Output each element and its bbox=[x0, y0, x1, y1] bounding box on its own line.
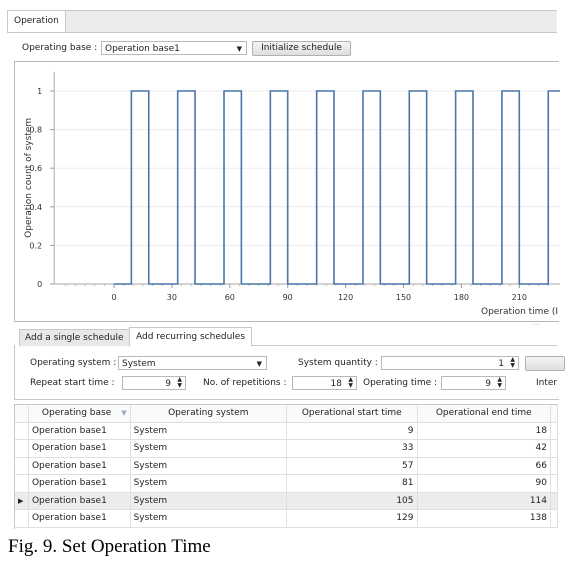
table-cell: System bbox=[131, 440, 287, 457]
table-cell: 18 bbox=[418, 422, 551, 439]
row-indicator[interactable]: ▶ bbox=[15, 492, 29, 509]
main-tabstrip: Operation bbox=[7, 10, 557, 33]
operating-system-select[interactable]: System ▼ bbox=[118, 356, 267, 370]
row-indicator[interactable] bbox=[15, 440, 29, 457]
table-cell: 114 bbox=[418, 492, 551, 509]
x-tick-label: 0 bbox=[111, 293, 116, 302]
table-cell: Operation base1 bbox=[29, 492, 131, 509]
recurring-form bbox=[14, 345, 559, 400]
operating-time-value: 9 bbox=[485, 379, 491, 389]
table-cell: Operation base1 bbox=[29, 422, 131, 439]
y-tick-label: 0.2 bbox=[29, 241, 42, 250]
operating-time-label: Operating time : bbox=[363, 378, 438, 388]
x-axis-label: Operation time (I bbox=[481, 307, 558, 317]
x-tick-label: 90 bbox=[283, 293, 293, 302]
operating-time-spinner[interactable]: 9 ▲ ▼ bbox=[441, 376, 506, 390]
spin-arrows-icon[interactable]: ▲ ▼ bbox=[177, 377, 182, 389]
table-cell: System bbox=[131, 510, 287, 527]
row-indicator[interactable] bbox=[15, 457, 29, 474]
repeat-start-time-spinner[interactable]: 9 ▲ ▼ bbox=[122, 376, 186, 390]
y-tick-label: 0 bbox=[37, 280, 42, 289]
initialize-schedule-button[interactable]: Initialize schedule bbox=[252, 41, 351, 56]
x-tick-label: 120 bbox=[338, 293, 353, 302]
y-axis-label: Operation count of system bbox=[24, 118, 34, 238]
row-indicator[interactable] bbox=[15, 510, 29, 527]
operating-system-label: Operating system : bbox=[30, 358, 117, 368]
table-cell: 129 bbox=[287, 510, 418, 527]
chevron-down-icon: ▼ bbox=[256, 360, 262, 368]
table-cell: 105 bbox=[287, 492, 418, 509]
column-header-end-time[interactable]: Operational end time bbox=[417, 405, 551, 422]
table-row[interactable]: Operation base1 System 9 18 bbox=[15, 422, 558, 440]
column-header-operating-system[interactable]: Operating system bbox=[130, 405, 287, 422]
y-tick-label: 1 bbox=[37, 87, 42, 96]
table-row[interactable]: Operation base1 System 33 42 bbox=[15, 440, 558, 458]
operating-base-label: Operating base : bbox=[22, 43, 98, 53]
resize-grip-icon[interactable]: .... bbox=[532, 320, 540, 327]
spin-arrows-icon[interactable]: ▲ ▼ bbox=[510, 357, 515, 369]
table-cell: Operation base1 bbox=[29, 475, 131, 492]
repetitions-value: 18 bbox=[330, 379, 342, 389]
table-cell: Operation base1 bbox=[29, 457, 131, 474]
table-row[interactable]: Operation base1 System 81 90 bbox=[15, 475, 558, 493]
tab-add-recurring-schedules[interactable]: Add recurring schedules bbox=[129, 327, 253, 347]
x-tick-label: 60 bbox=[225, 293, 235, 302]
table-cell: 90 bbox=[418, 475, 551, 492]
series-line bbox=[114, 90, 567, 285]
table-cell: 9 bbox=[287, 422, 418, 439]
operation-chart: 00.20.40.60.810 30 60 90 120 150 180 210Operati… bbox=[24, 71, 567, 317]
table-cell: 57 bbox=[287, 457, 418, 474]
tab-operation[interactable]: Operation bbox=[7, 10, 66, 32]
interval-label: Inter bbox=[536, 378, 558, 388]
system-quantity-value: 1 bbox=[498, 359, 504, 369]
add-button[interactable] bbox=[525, 356, 565, 371]
column-header-start-time[interactable]: Operational start time bbox=[287, 405, 418, 422]
schedule-tabstrip: Add a single schedule Add recurring sche… bbox=[19, 327, 557, 347]
system-quantity-label: System quantity : bbox=[298, 358, 378, 368]
operating-system-value: System bbox=[122, 359, 156, 369]
schedule-table: Operating base ▼ Operating system Operati… bbox=[14, 404, 558, 529]
x-tick-label: 30 bbox=[167, 293, 177, 302]
table-cell: System bbox=[131, 475, 287, 492]
table-cell: System bbox=[131, 422, 287, 439]
x-tick-label: 210 bbox=[512, 293, 527, 302]
tab-add-single-schedule[interactable]: Add a single schedule bbox=[19, 329, 130, 346]
repeat-start-time-label: Repeat start time : bbox=[30, 378, 115, 388]
table-cell: 81 bbox=[287, 475, 418, 492]
table-cell: Operation base1 bbox=[29, 510, 131, 527]
table-cell: System bbox=[131, 457, 287, 474]
repetitions-label: No. of repetitions : bbox=[203, 378, 287, 388]
spin-arrows-icon[interactable]: ▲ ▼ bbox=[497, 377, 502, 389]
filter-icon[interactable]: ▼ bbox=[121, 405, 126, 421]
x-tick-label: 150 bbox=[396, 293, 411, 302]
table-cell: 42 bbox=[418, 440, 551, 457]
table-cell: Operation base1 bbox=[29, 440, 131, 457]
figure-caption: Fig. 9. Set Operation Time bbox=[8, 536, 211, 557]
operating-base-value: Operation base1 bbox=[105, 44, 180, 54]
row-indicator[interactable] bbox=[15, 475, 29, 492]
repeat-start-time-value: 9 bbox=[165, 379, 171, 389]
x-tick-label: 180 bbox=[454, 293, 469, 302]
table-cell: System bbox=[131, 492, 287, 509]
repetitions-spinner[interactable]: 18 ▲ ▼ bbox=[292, 376, 357, 390]
spin-arrows-icon[interactable]: ▲ ▼ bbox=[348, 377, 353, 389]
column-header-operating-base[interactable]: Operating base ▼ bbox=[28, 405, 131, 422]
table-header: Operating base ▼ Operating system Operati… bbox=[15, 405, 558, 423]
table-cell: 138 bbox=[418, 510, 551, 527]
table-row[interactable]: Operation base1 System 57 66 bbox=[15, 457, 558, 475]
table-cell: 33 bbox=[287, 440, 418, 457]
chart-panel: 0 0.2 0.4 0.6 0.8 1 0 30 60 90 120 150 180 210 Operati… bbox=[14, 61, 567, 322]
operating-base-select[interactable]: Operation base1 ▼ bbox=[101, 41, 247, 55]
table-row[interactable]: ▶ Operation base1 System 105 114 bbox=[15, 492, 558, 510]
table-cell: 66 bbox=[418, 457, 551, 474]
system-quantity-spinner[interactable]: 1 ▲ ▼ bbox=[381, 356, 519, 370]
row-indicator[interactable] bbox=[15, 422, 29, 439]
table-row[interactable]: Operation base1 System 129 138 bbox=[15, 510, 558, 528]
row-indicator-header bbox=[15, 405, 29, 422]
chevron-down-icon: ▼ bbox=[236, 45, 242, 53]
